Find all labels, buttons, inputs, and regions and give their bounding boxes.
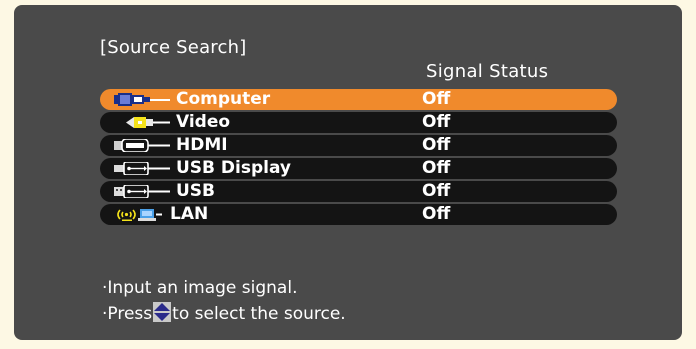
source-item-hdmi[interactable]: HDMI Off xyxy=(100,135,617,156)
help-press-suffix: to select the source. xyxy=(172,304,346,324)
signal-status-value: Off xyxy=(422,135,451,155)
signal-status-header: Signal Status xyxy=(426,61,549,82)
help-press-prefix: ·Press xyxy=(102,304,153,324)
lan-wireless-icon xyxy=(117,209,162,221)
usb-display-icon xyxy=(114,162,170,175)
help-line-input: ·Input an image signal. xyxy=(102,278,298,298)
source-item-lan[interactable]: LAN Off xyxy=(100,204,617,225)
source-label: LAN xyxy=(170,204,209,224)
source-label: USB Display xyxy=(176,158,292,178)
source-label: USB xyxy=(176,181,216,201)
source-label: Computer xyxy=(176,89,271,109)
source-item-usb[interactable]: USB Off xyxy=(100,181,617,202)
source-label: Video xyxy=(176,112,231,132)
source-label: HDMI xyxy=(176,135,228,155)
source-list: Computer Off Video Off HDMI Off USB Disp… xyxy=(100,89,617,227)
signal-status-value: Off xyxy=(422,89,451,109)
up-down-arrow-icon xyxy=(153,302,172,322)
source-item-usb-display[interactable]: USB Display Off xyxy=(100,158,617,179)
source-search-dialog: [Source Search] Signal Status Computer O… xyxy=(14,5,682,340)
help-text: ·Input an image signal. ·Press to select … xyxy=(102,275,346,327)
signal-status-value: Off xyxy=(422,181,451,201)
dialog-title: [Source Search] xyxy=(100,37,247,58)
signal-status-value: Off xyxy=(422,158,451,178)
source-item-computer[interactable]: Computer Off xyxy=(100,89,617,110)
help-line-press: ·Press to select the source. xyxy=(102,301,346,327)
computer-vga-icon xyxy=(114,93,170,106)
signal-status-value: Off xyxy=(422,204,451,224)
video-rca-icon xyxy=(126,117,170,128)
usb-icon xyxy=(114,185,170,198)
signal-status-value: Off xyxy=(422,112,451,132)
source-item-video[interactable]: Video Off xyxy=(100,112,617,133)
hdmi-icon xyxy=(114,139,170,152)
